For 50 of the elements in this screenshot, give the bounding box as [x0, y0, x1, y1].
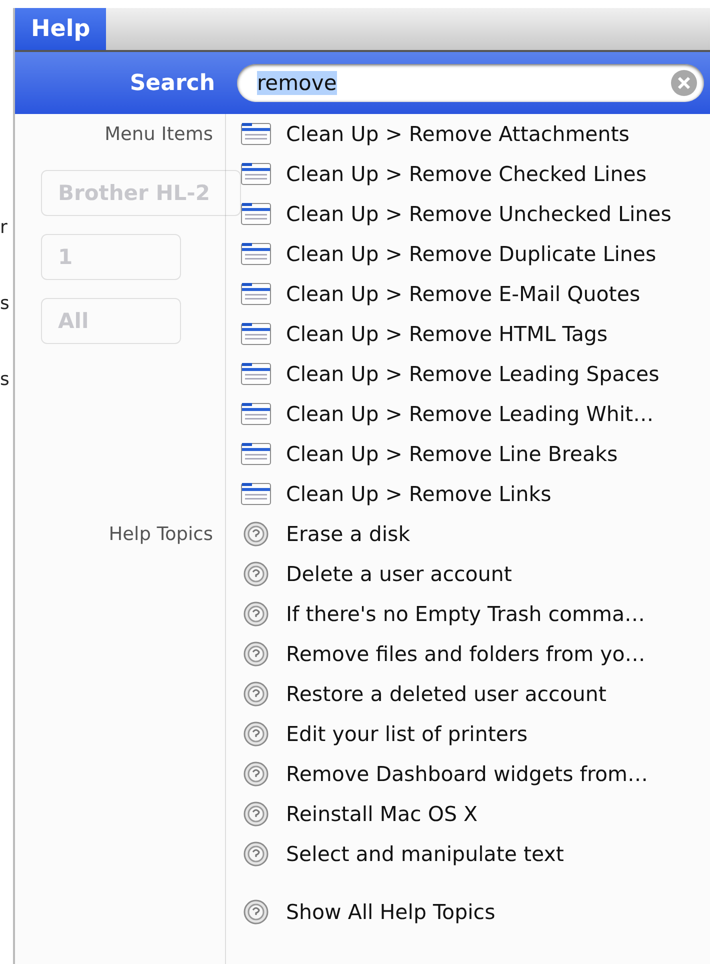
help-icon: [243, 681, 269, 707]
menu-item[interactable]: Clean Up > Remove Checked Lines: [286, 162, 647, 186]
menu-item[interactable]: Clean Up > Remove Line Breaks: [286, 442, 618, 466]
window-icon: [240, 161, 272, 187]
help-icon: [243, 601, 269, 627]
help-topic[interactable]: If there's no Empty Trash comma…: [286, 602, 646, 626]
help-topic[interactable]: Reinstall Mac OS X: [286, 802, 478, 826]
window-icon: [240, 241, 272, 267]
help-topic[interactable]: Edit your list of printers: [286, 722, 528, 746]
help-topic[interactable]: Erase a disk: [286, 522, 410, 546]
help-icon: [243, 841, 269, 867]
background-label: s: [0, 368, 10, 392]
search-field[interactable]: remove: [237, 64, 704, 102]
window-icon: [240, 401, 272, 427]
clear-icon[interactable]: [670, 69, 698, 97]
menu-item[interactable]: Clean Up > Remove E-Mail Quotes: [286, 282, 640, 306]
menu-item[interactable]: Clean Up > Remove Duplicate Lines: [286, 242, 656, 266]
menu-item[interactable]: Clean Up > Remove Unchecked Lines: [286, 202, 672, 226]
menu-item[interactable]: Clean Up > Remove Leading Whit…: [286, 402, 654, 426]
window-icon: [240, 361, 272, 387]
help-icon: [243, 761, 269, 787]
window-icon: [240, 281, 272, 307]
search-label: Search: [128, 70, 216, 96]
menu-item[interactable]: Clean Up > Remove Attachments: [286, 122, 630, 146]
help-icon: [243, 801, 269, 827]
section-heading: Help Topics: [108, 522, 214, 546]
help-icon: [243, 561, 269, 587]
help-topic[interactable]: Select and manipulate text: [286, 842, 564, 866]
selected-text: remove: [257, 71, 337, 95]
menu-item[interactable]: Clean Up > Remove HTML Tags: [286, 322, 608, 346]
help-topic[interactable]: Restore a deleted user account: [286, 682, 606, 706]
window-icon: [240, 321, 272, 347]
window-icon: [240, 441, 272, 467]
help-topic[interactable]: Remove files and folders from yo…: [286, 642, 646, 666]
help-topic[interactable]: Show All Help Topics: [286, 900, 496, 924]
help-icon: [243, 641, 269, 667]
help-icon: [243, 521, 269, 547]
window-icon: [240, 201, 272, 227]
help-icon: [243, 899, 269, 925]
menu-item[interactable]: Clean Up > Remove Links: [286, 482, 552, 506]
background-label: r: [0, 216, 8, 240]
help-icon: [243, 721, 269, 747]
window-icon: [240, 121, 272, 147]
section-heading: Menu Items: [104, 122, 214, 146]
menu-item[interactable]: Clean Up > Remove Leading Spaces: [286, 362, 660, 386]
background-label: s: [0, 292, 10, 316]
menu-bar-item[interactable]: Help: [15, 8, 106, 50]
help-topic[interactable]: Remove Dashboard widgets from…: [286, 762, 648, 786]
help-topic[interactable]: Delete a user account: [286, 562, 512, 586]
window-icon: [240, 481, 272, 507]
